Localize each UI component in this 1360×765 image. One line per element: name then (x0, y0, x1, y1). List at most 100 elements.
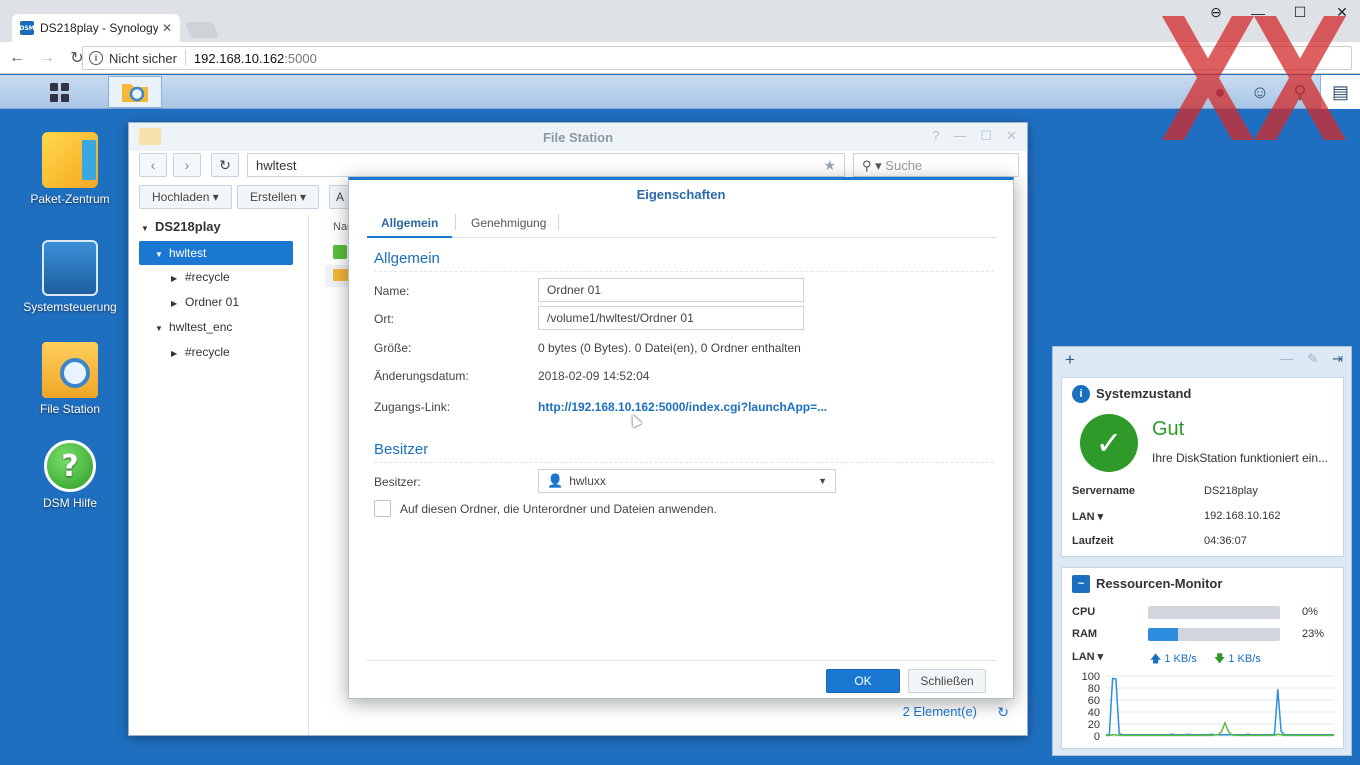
modified-label: Änderungsdatum: (374, 369, 469, 383)
ram-label: RAM (1072, 628, 1098, 640)
omnibox-separator (184, 50, 186, 66)
properties-title: Eigenschaften (636, 187, 726, 202)
desktop-icon-package-center[interactable]: Paket-Zentrum (15, 132, 125, 206)
create-button[interactable]: Erstellen ▾ (237, 185, 320, 209)
refresh-icon[interactable]: ↻ (997, 704, 1009, 721)
properties-dialog: Eigenschaften Allgemein Genehmigung Allg… (348, 177, 1014, 699)
tab-general[interactable]: Allgemein (367, 214, 453, 238)
location-label: Ort: (374, 312, 394, 326)
maximize-icon[interactable]: ☐ (980, 128, 992, 144)
main-menu-button[interactable] (20, 77, 98, 107)
item-count: 2 Element(e) (902, 704, 977, 719)
modified-value: 2018-02-09 14:52:04 (538, 369, 650, 383)
upload-button[interactable]: Hochladen ▾ (139, 185, 232, 209)
access-link-label: Zugangs-Link: (374, 400, 451, 414)
collapsed-triangle-icon: ▶ (171, 349, 178, 358)
properties-tabs: Allgemein Genehmigung (367, 208, 997, 238)
dsm-taskbar: ● ☺ ⚲ ▤ (0, 75, 1360, 109)
expanded-triangle-icon: ▼ (141, 224, 149, 233)
watermark-logo (1162, 16, 1346, 140)
recycle-bin-icon[interactable] (333, 245, 347, 259)
lan-label[interactable]: LAN ▾ (1072, 650, 1103, 663)
expanded-triangle-icon: ▼ (155, 250, 163, 259)
section-general: Allgemein (374, 250, 994, 272)
tree-item-ds218play[interactable]: ▼ DS218play (141, 215, 301, 239)
uptime-key: Laufzeit (1072, 535, 1114, 547)
resource-monitor-title: Ressourcen-Monitor (1096, 576, 1223, 591)
download-rate: 🡇 1 KB/s (1214, 653, 1261, 665)
resource-monitor-icon: ~ (1072, 575, 1090, 593)
search-input[interactable]: ⚲ ▾ Suche (853, 153, 1019, 177)
lan-key[interactable]: LAN ▾ (1072, 510, 1103, 523)
path-input[interactable]: hwltest ★ (247, 153, 845, 177)
desktop-icon-control-panel[interactable]: Systemsteuerung (15, 240, 125, 314)
help-icon[interactable]: ? (932, 128, 939, 144)
tree-item-recycle[interactable]: ▶ #recycle (171, 265, 230, 289)
ram-bar (1148, 628, 1280, 641)
star-icon[interactable]: ★ (823, 157, 836, 174)
owner-select[interactable]: 👤 hwluxx ▼ (538, 469, 836, 493)
ok-button[interactable]: OK (826, 669, 900, 693)
add-widget-icon[interactable]: + (1065, 350, 1075, 370)
desktop-icon-dsm-help[interactable]: ? DSM Hilfe (15, 440, 125, 510)
info-icon[interactable]: i (89, 51, 103, 65)
not-secure-label: Nicht sicher (109, 50, 177, 66)
file-station-titlebar[interactable]: File Station ? — ☐ ✕ (129, 123, 1027, 151)
chevron-left-icon: ‹ (150, 157, 156, 173)
tree-item-hwltest-enc[interactable]: ▼ hwltest_enc (155, 315, 232, 339)
shopping-bag-icon (42, 132, 98, 188)
servername-value: DS218play (1204, 485, 1258, 497)
help-question-icon: ? (44, 440, 96, 492)
download-arrow-icon: 🡇 (1214, 653, 1226, 665)
back-button[interactable]: ‹ (139, 153, 167, 177)
desktop-icon-file-station[interactable]: File Station (15, 342, 125, 416)
y-tick-label: 40 (1088, 707, 1100, 719)
search-placeholder: Suche (885, 158, 923, 173)
taskbar-file-station-button[interactable] (108, 76, 162, 108)
resource-monitor-widget: ~ Ressourcen-Monitor CPU 0% RAM 23% LAN … (1061, 567, 1344, 749)
browser-tab[interactable]: DSM DS218play - Synology DiskStation ✕ (12, 14, 180, 42)
forward-arrow-icon[interactable]: → (34, 49, 60, 67)
section-owner: Besitzer (374, 441, 994, 463)
pin-icon[interactable]: ✎ (1307, 351, 1318, 367)
back-arrow-icon[interactable]: ← (4, 49, 30, 67)
control-panel-icon (42, 240, 98, 296)
minimize-icon[interactable]: — (953, 128, 966, 144)
tree-item-ordner-01[interactable]: ▶ Ordner 01 (171, 290, 239, 314)
apply-recursive-checkbox[interactable] (374, 500, 391, 517)
system-health-title: Systemzustand (1096, 386, 1192, 401)
y-tick-label: 60 (1088, 695, 1100, 707)
desktop-icon-label: Systemsteuerung (23, 300, 117, 314)
minimize-icon[interactable]: — (1280, 351, 1293, 367)
cpu-percent: 0% (1302, 606, 1318, 618)
footer-divider (367, 660, 997, 661)
location-input[interactable]: /volume1/hwltest/Ordner 01 (538, 306, 804, 330)
close-tab-icon[interactable]: ✕ (162, 21, 172, 35)
new-tab-button[interactable] (185, 22, 219, 38)
upload-arrow-icon: 🡅 (1150, 653, 1162, 665)
checkmark-icon: ✓ (1080, 414, 1138, 472)
expanded-triangle-icon: ▼ (155, 324, 163, 333)
ram-bar-fill (1148, 628, 1179, 641)
tab-separator (558, 214, 559, 230)
y-tick-label: 20 (1088, 719, 1100, 731)
chevron-right-icon: › (184, 157, 190, 173)
health-status-text: Ihre DiskStation funktioniert ein... (1152, 451, 1329, 465)
desktop-icon-label: Paket-Zentrum (30, 192, 110, 206)
name-input[interactable]: Ordner 01 (538, 278, 804, 302)
tree-item-recycle-enc[interactable]: ▶ #recycle (171, 340, 230, 364)
y-tick-label: 80 (1088, 683, 1100, 695)
close-icon[interactable]: ✕ (1006, 128, 1017, 144)
refresh-icon: ↻ (219, 156, 231, 173)
file-station-navbar: ‹ › ↻ hwltest ★ ⚲ ▾ Suche (139, 153, 1019, 177)
folder-search-icon (42, 342, 98, 398)
tab-permission[interactable]: Genehmigung (457, 214, 560, 238)
close-button[interactable]: Schließen (908, 669, 986, 693)
widget-panel: + — ✎ ⇥ i Systemzustand ✓ Gut Ihre DiskS… (1052, 346, 1352, 756)
refresh-button[interactable]: ↻ (211, 153, 239, 177)
collapse-panel-icon[interactable]: ⇥ (1332, 351, 1343, 367)
tree-item-hwltest[interactable]: ▼ hwltest (139, 241, 293, 265)
y-tick-label: 100 (1082, 672, 1100, 683)
forward-button[interactable]: › (173, 153, 201, 177)
access-link[interactable]: http://192.168.10.162:5000/index.cgi?lau… (538, 400, 827, 414)
